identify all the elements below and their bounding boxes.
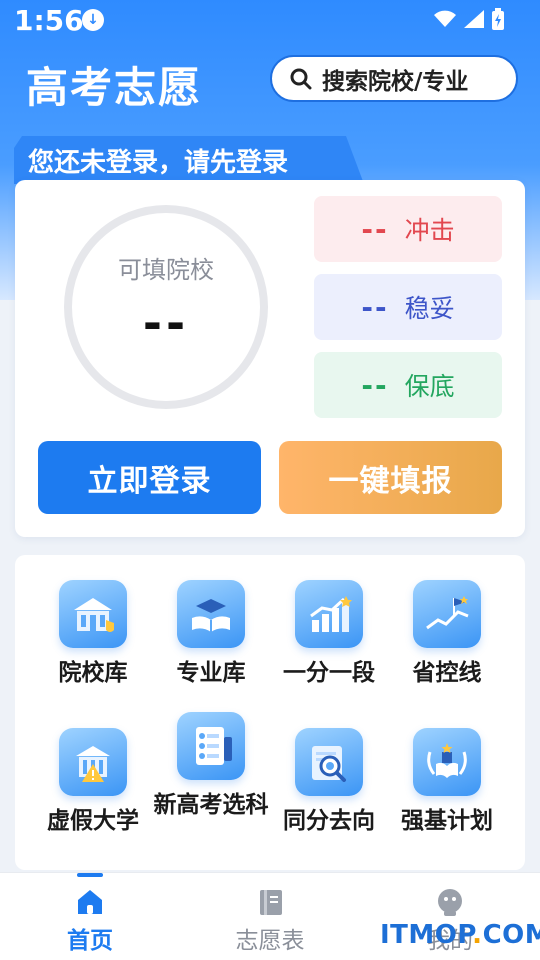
status-bar: 1:56 ↓ [0,0,540,44]
stat-value: -- [361,290,389,324]
tool-label: 同分去向 [283,808,375,834]
battery-icon [492,8,504,30]
stat-value: -- [361,212,389,246]
stat-wen[interactable]: -- 稳妥 [314,274,502,340]
checklist-icon [177,712,245,780]
user-icon [438,889,462,916]
bar-chart-icon [295,580,363,648]
watermark: ITMOP.COM [380,920,540,950]
login-banner-text[interactable]: 您还未登录，请先登录 [28,142,288,179]
login-button[interactable]: 立即登录 [38,441,261,514]
nav-label: 首页 [67,928,113,954]
stat-value: -- [361,368,389,402]
search-icon [290,68,312,89]
tool-label: 虚假大学 [47,808,139,834]
tool-label: 院校库 [58,660,128,686]
stat-chong[interactable]: -- 冲击 [314,196,502,262]
book-icon [260,890,282,915]
nav-home[interactable]: 首页 [30,873,150,955]
stat-label: 冲击 [404,216,455,245]
tool-label: 一分一段 [283,660,375,686]
tool-control-line[interactable]: 省控线 [387,580,507,688]
system-icons [434,8,504,30]
tool-score-ranking[interactable]: 一分一段 [269,580,389,688]
ring-label: 可填院校 [118,256,214,284]
tool-label: 省控线 [412,660,482,686]
quick-fill-button[interactable]: 一键填报 [279,441,502,514]
download-icon: ↓ [82,9,104,31]
warning-building-icon [59,728,127,796]
graduation-book-icon [177,580,245,648]
tool-label: 新高考选科 [153,792,269,818]
school-building-icon [59,580,127,648]
tool-strong-foundation-plan[interactable]: 强基计划 [387,728,507,836]
stat-label: 保底 [404,372,455,401]
signal-icon [464,10,484,28]
stat-label: 稳妥 [404,294,455,323]
wifi-icon [434,10,456,27]
nav-volunteer-table[interactable]: 志愿表 [210,873,330,955]
tool-label: 专业库 [176,660,246,686]
home-icon [78,890,102,914]
search-document-icon [295,728,363,796]
tool-major-library[interactable]: 专业库 [151,580,271,688]
tool-label: 强基计划 [401,808,493,834]
status-time: 1:56 [14,4,84,37]
laurel-book-icon [413,728,481,796]
search-button[interactable]: 搜索院校/专业 [270,55,518,102]
stat-bao[interactable]: -- 保底 [314,352,502,418]
app-title: 高考志愿 [26,63,203,112]
tool-school-library[interactable]: 院校库 [33,580,153,688]
tool-same-score-destination[interactable]: 同分去向 [269,728,389,836]
tool-fake-university[interactable]: 虚假大学 [33,728,153,836]
search-label: 搜索院校/专业 [322,68,469,95]
ring-value: -- [142,296,190,350]
flag-trend-icon [413,580,481,648]
nav-label: 志愿表 [235,928,305,954]
tool-subject-selection[interactable]: 新高考选科 [151,712,271,820]
